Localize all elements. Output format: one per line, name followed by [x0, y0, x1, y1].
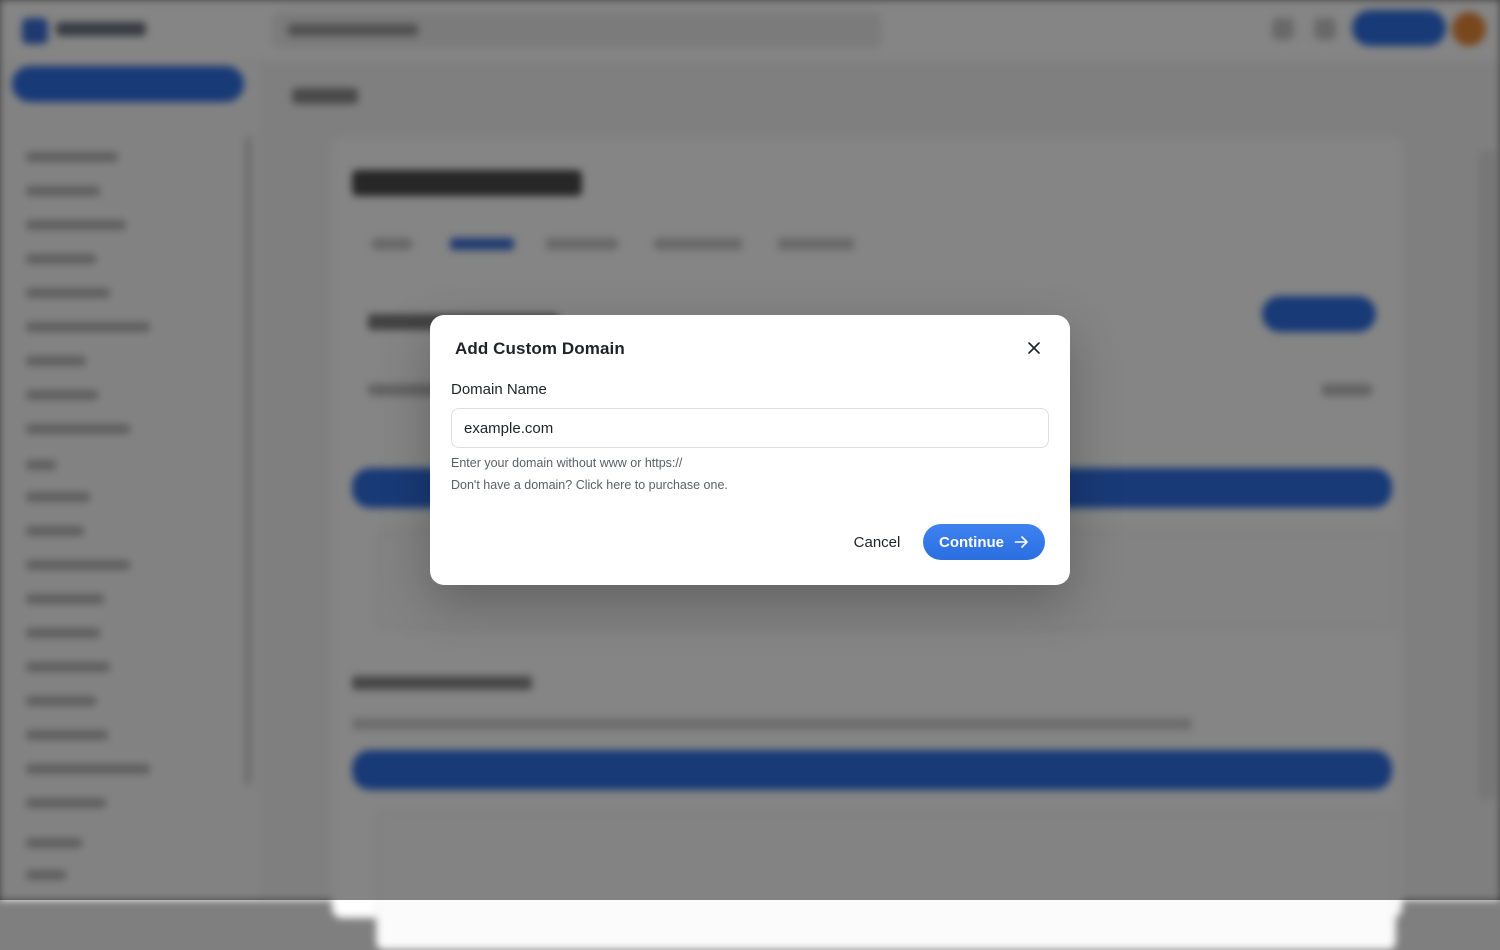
cancel-button[interactable]: Cancel — [842, 524, 912, 560]
domain-name-label: Domain Name — [451, 381, 547, 398]
add-custom-domain-dialog: Add Custom Domain Domain Name Enter your… — [430, 315, 1070, 585]
dialog-title: Add Custom Domain — [455, 339, 625, 358]
continue-button[interactable]: Continue — [923, 524, 1045, 560]
close-icon — [1027, 341, 1041, 360]
purchase-hint-prefix: Don't have a domain? — [451, 478, 576, 492]
arrow-right-icon — [1014, 535, 1029, 549]
domain-name-input[interactable] — [451, 408, 1049, 448]
purchase-domain-hint: Don't have a domain? Click here to purch… — [451, 478, 728, 492]
domain-help-text: Enter your domain without www or https:/… — [451, 456, 683, 470]
close-button[interactable] — [1023, 339, 1045, 361]
purchase-domain-link[interactable]: Click here to purchase one. — [576, 478, 728, 492]
continue-label: Continue — [939, 533, 1004, 551]
